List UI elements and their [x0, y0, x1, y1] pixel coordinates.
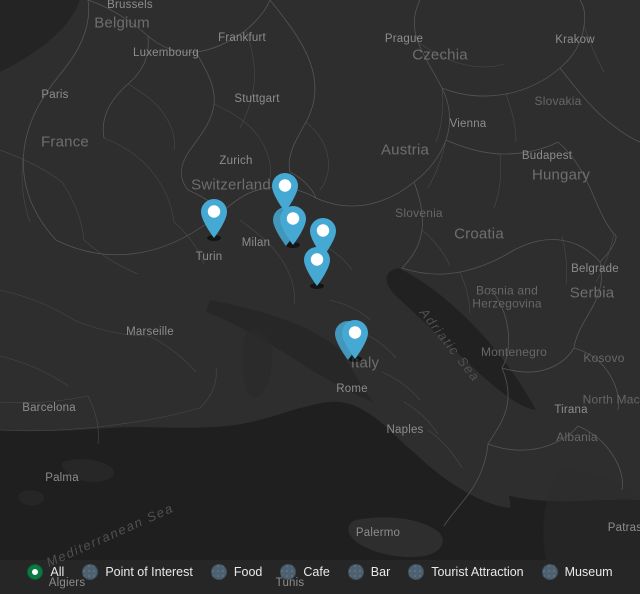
map-canvas[interactable]: .land { fill:#2e2e2e; } .land2 { fill:#2… — [0, 0, 640, 594]
legend-item-point-of-interest[interactable]: Point of Interest — [82, 564, 193, 580]
map-marker[interactable] — [302, 246, 332, 289]
radio-icon[interactable] — [408, 564, 425, 580]
radio-icon[interactable] — [347, 564, 364, 580]
legend-item-label: Museum — [564, 564, 613, 579]
legend-item-museum[interactable]: Museum — [541, 564, 613, 580]
legend-item-tourist-attraction[interactable]: Tourist Attraction — [408, 564, 524, 580]
legend-item-bar[interactable]: Bar — [347, 564, 391, 580]
legend-item-label: Food — [233, 564, 263, 579]
legend-item-label: Tourist Attraction — [431, 564, 524, 579]
legend-item-cafe[interactable]: Cafe — [280, 564, 330, 580]
legend-item-label: All — [50, 564, 65, 579]
map-legend[interactable]: All Point of Interest Food Cafe Bar Tourist A… — [0, 564, 640, 580]
legend-item-label: Cafe — [303, 564, 330, 579]
map-marker[interactable] — [199, 198, 229, 241]
legend-item-label: Point of Interest — [105, 564, 193, 579]
map-marker[interactable] — [272, 205, 308, 248]
radio-icon[interactable] — [280, 564, 297, 580]
map-marker[interactable] — [334, 319, 370, 362]
legend-item-all[interactable]: All — [27, 564, 64, 580]
radio-icon[interactable] — [82, 564, 99, 580]
radio-icon[interactable] — [210, 564, 227, 580]
radio-selected-icon[interactable] — [27, 564, 44, 580]
legend-item-food[interactable]: Food — [210, 564, 263, 580]
map-application: .land { fill:#2e2e2e; } .land2 { fill:#2… — [0, 0, 640, 594]
radio-icon[interactable] — [541, 564, 558, 580]
legend-item-label: Bar — [370, 564, 391, 579]
